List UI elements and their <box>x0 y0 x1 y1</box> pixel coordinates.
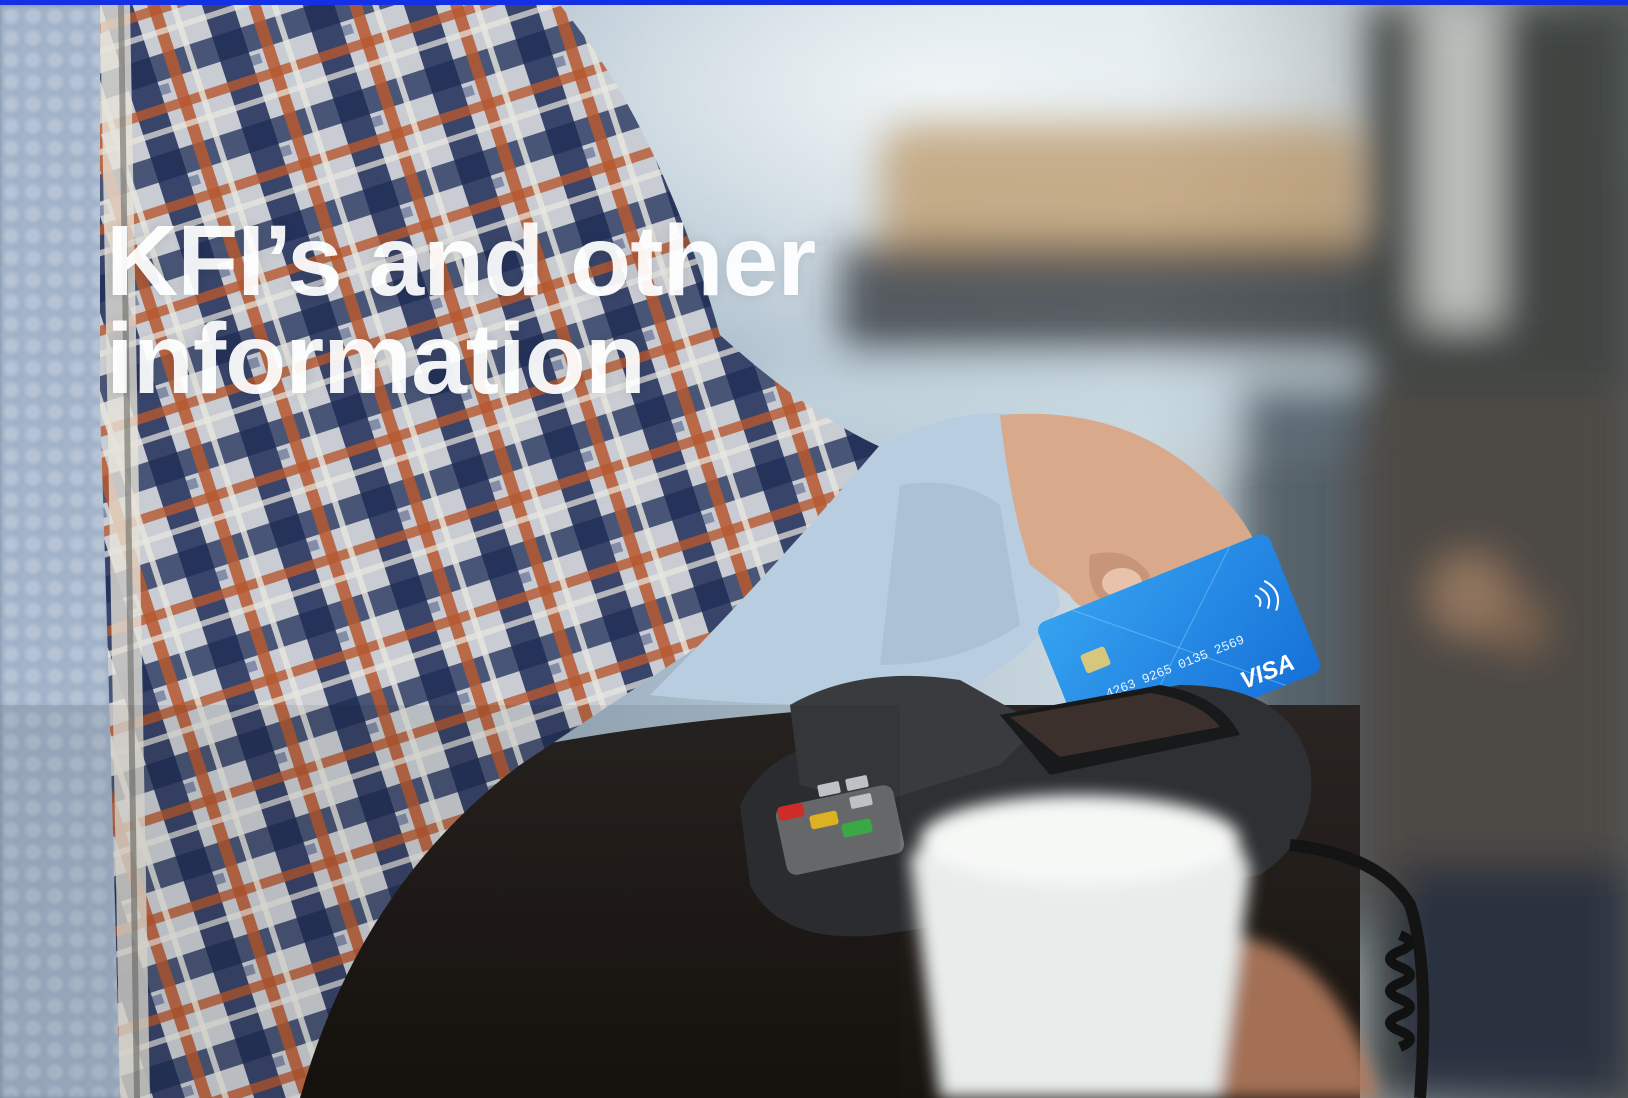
payment-scene-illustration: 4263 9265 0135 2569 VISA <box>0 5 1628 1098</box>
top-accent-bar <box>0 0 1628 5</box>
slide-title: KFI’s and other information <box>106 205 816 415</box>
background-photo: 4263 9265 0135 2569 VISA <box>0 5 1628 1098</box>
